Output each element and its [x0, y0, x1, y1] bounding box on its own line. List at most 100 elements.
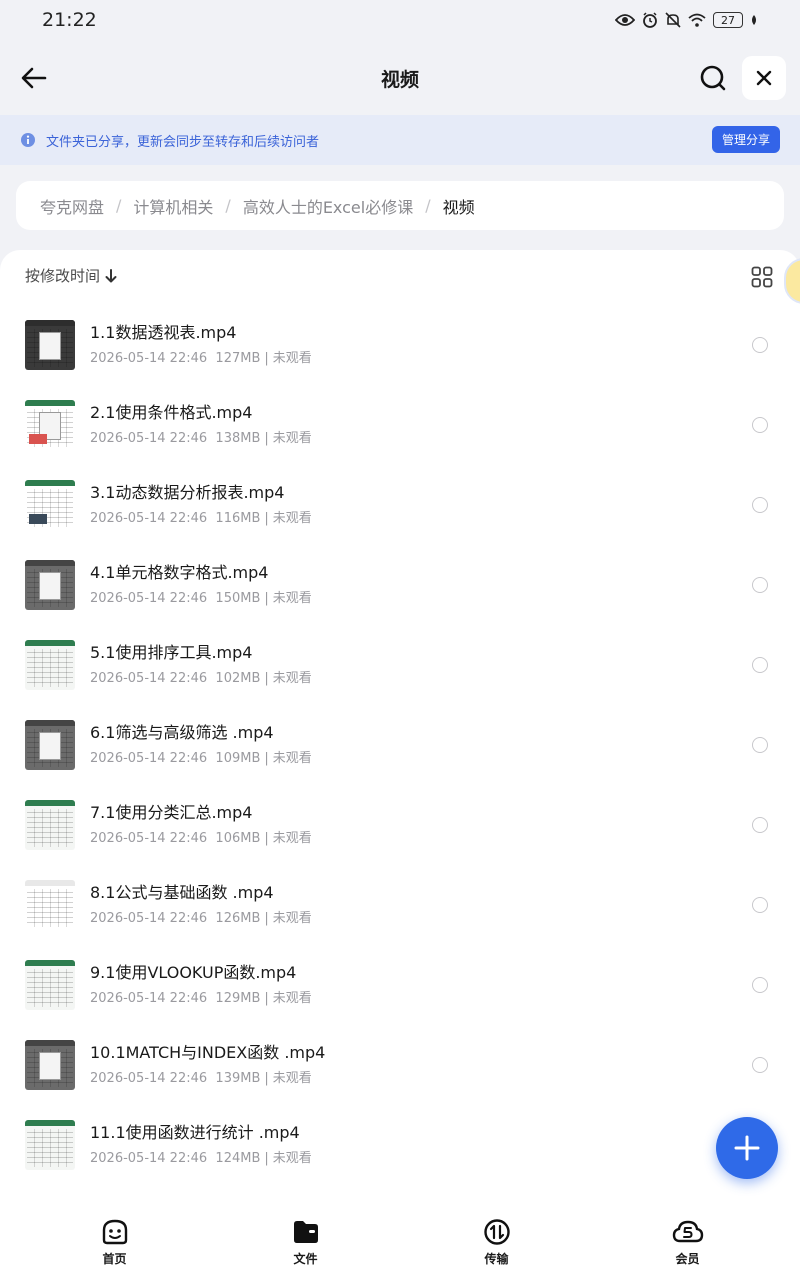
watch-status: 未观看	[272, 431, 312, 446]
meta-separator: |	[264, 511, 269, 526]
video-thumbnail	[25, 960, 75, 1010]
select-checkbox[interactable]	[752, 417, 768, 433]
file-date: 2026-05-14 22:46	[90, 991, 208, 1006]
close-button[interactable]	[742, 56, 786, 100]
breadcrumb-item-excel-course[interactable]: 高效人士的Excel必修课	[243, 194, 413, 218]
thumbnail-accent	[29, 434, 47, 444]
thumbnail-ribbon	[25, 400, 75, 406]
file-row[interactable]: 11.1使用函数进行统计 .mp4 2026-05-14 22:46 124MB…	[0, 1105, 800, 1185]
file-name: 4.1单元格数字格式.mp4	[90, 563, 269, 582]
file-date: 2026-05-14 22:46	[90, 591, 208, 606]
nav-transfer[interactable]: 传输	[401, 1200, 592, 1280]
video-thumbnail	[25, 880, 75, 930]
add-button[interactable]	[716, 1117, 778, 1179]
thumbnail-ribbon	[25, 640, 75, 646]
file-row[interactable]: 2.1使用条件格式.mp4 2026-05-14 22:46 138MB | 未观看	[0, 385, 800, 465]
floating-assistant-icon[interactable]	[784, 258, 800, 304]
sort-button[interactable]: 按修改时间	[25, 265, 119, 286]
video-thumbnail	[25, 1120, 75, 1170]
select-checkbox[interactable]	[752, 657, 768, 673]
close-icon	[756, 70, 772, 86]
meta-separator: |	[264, 751, 269, 766]
thumbnail-ribbon	[25, 320, 75, 326]
grid-view-button[interactable]	[751, 266, 773, 288]
file-size: 102MB	[215, 671, 261, 686]
select-checkbox[interactable]	[752, 817, 768, 833]
select-checkbox[interactable]	[752, 577, 768, 593]
breadcrumb-item-computer[interactable]: 计算机相关	[133, 194, 213, 218]
status-time: 21:22	[42, 9, 97, 31]
thumbnail-ribbon	[25, 1120, 75, 1126]
select-checkbox[interactable]	[752, 337, 768, 353]
file-name: 3.1动态数据分析报表.mp4	[90, 483, 285, 502]
nav-home[interactable]: 首页	[19, 1200, 210, 1280]
thumbnail-grid	[27, 969, 73, 1007]
file-row[interactable]: 8.1公式与基础函数 .mp4 2026-05-14 22:46 126MB | 未…	[0, 865, 800, 945]
file-name: 10.1MATCH与INDEX函数 .mp4	[90, 1043, 326, 1062]
arrow-down-icon	[105, 268, 117, 282]
file-row[interactable]: 6.1筛选与高级筛选 .mp4 2026-05-14 22:46 109MB | 未…	[0, 705, 800, 785]
file-date: 2026-05-14 22:46	[90, 751, 208, 766]
share-banner: 文件夹已分享，更新会同步至转存和后续访问者 管理分享	[0, 115, 800, 165]
select-checkbox[interactable]	[752, 977, 768, 993]
file-date: 2026-05-14 22:46	[90, 511, 208, 526]
folder-icon	[293, 1221, 318, 1243]
share-banner-text: 文件夹已分享，更新会同步至转存和后续访问者	[46, 134, 320, 150]
cloud-member-icon	[672, 1220, 703, 1243]
back-button[interactable]	[18, 62, 50, 94]
file-meta: 2026-05-14 22:46 126MB | 未观看	[90, 907, 312, 926]
file-name: 9.1使用VLOOKUP函数.mp4	[90, 963, 297, 982]
mute-icon	[665, 12, 681, 28]
watch-status: 未观看	[272, 671, 312, 686]
file-row[interactable]: 10.1MATCH与INDEX函数 .mp4 2026-05-14 22:46 …	[0, 1025, 800, 1105]
meta-separator: |	[264, 991, 269, 1006]
manage-share-button[interactable]: 管理分享	[711, 126, 780, 153]
thumbnail-dialog	[39, 572, 61, 600]
nav-transfer-label: 传输	[484, 1252, 509, 1266]
file-name: 6.1筛选与高级筛选 .mp4	[90, 723, 274, 742]
meta-separator: |	[264, 351, 269, 366]
meta-separator: |	[264, 831, 269, 846]
video-thumbnail	[25, 640, 75, 690]
leaf-icon	[752, 15, 756, 25]
select-checkbox[interactable]	[752, 897, 768, 913]
file-meta: 2026-05-14 22:46 116MB | 未观看	[90, 507, 312, 526]
breadcrumb-item-root[interactable]: 夸克网盘	[40, 194, 104, 218]
file-size: 138MB	[215, 431, 261, 446]
file-row[interactable]: 5.1使用排序工具.mp4 2026-05-14 22:46 102MB | 未观看	[0, 625, 800, 705]
watch-status: 未观看	[272, 991, 312, 1006]
status-icons: 27	[615, 12, 758, 28]
meta-separator: |	[264, 671, 269, 686]
file-date: 2026-05-14 22:46	[90, 1071, 208, 1086]
file-row[interactable]: 9.1使用VLOOKUP函数.mp4 2026-05-14 22:46 129M…	[0, 945, 800, 1025]
file-name: 11.1使用函数进行统计 .mp4	[90, 1123, 300, 1142]
select-checkbox[interactable]	[752, 1057, 768, 1073]
file-meta: 2026-05-14 22:46 150MB | 未观看	[90, 587, 312, 606]
nav-files[interactable]: 文件	[210, 1200, 401, 1280]
file-row[interactable]: 3.1动态数据分析报表.mp4 2026-05-14 22:46 116MB | 未…	[0, 465, 800, 545]
sort-label: 按修改时间	[25, 267, 101, 285]
file-row[interactable]: 1.1数据透视表.mp4 2026-05-14 22:46 127MB | 未观看	[0, 305, 800, 385]
thumbnail-accent	[29, 514, 47, 524]
file-name: 5.1使用排序工具.mp4	[90, 643, 253, 662]
file-meta: 2026-05-14 22:46 124MB | 未观看	[90, 1147, 312, 1166]
thumbnail-ribbon	[25, 960, 75, 966]
file-size: 126MB	[215, 911, 261, 926]
search-button[interactable]	[697, 62, 729, 94]
video-thumbnail	[25, 720, 75, 770]
thumbnail-grid	[27, 649, 73, 687]
eye-icon	[615, 14, 635, 26]
video-thumbnail	[25, 320, 75, 370]
select-checkbox[interactable]	[752, 497, 768, 513]
file-row[interactable]: 4.1单元格数字格式.mp4 2026-05-14 22:46 150MB | 未观…	[0, 545, 800, 625]
thumbnail-dialog	[39, 732, 61, 760]
thumbnail-ribbon	[25, 560, 75, 566]
select-checkbox[interactable]	[752, 737, 768, 753]
file-list: 1.1数据透视表.mp4 2026-05-14 22:46 127MB | 未观看 …	[0, 305, 800, 1185]
watch-status: 未观看	[272, 831, 312, 846]
file-row[interactable]: 7.1使用分类汇总.mp4 2026-05-14 22:46 106MB | 未观看	[0, 785, 800, 865]
file-size: 106MB	[215, 831, 261, 846]
nav-member[interactable]: 会员	[592, 1200, 783, 1280]
file-meta: 2026-05-14 22:46 127MB | 未观看	[90, 347, 312, 366]
info-icon	[21, 133, 35, 147]
